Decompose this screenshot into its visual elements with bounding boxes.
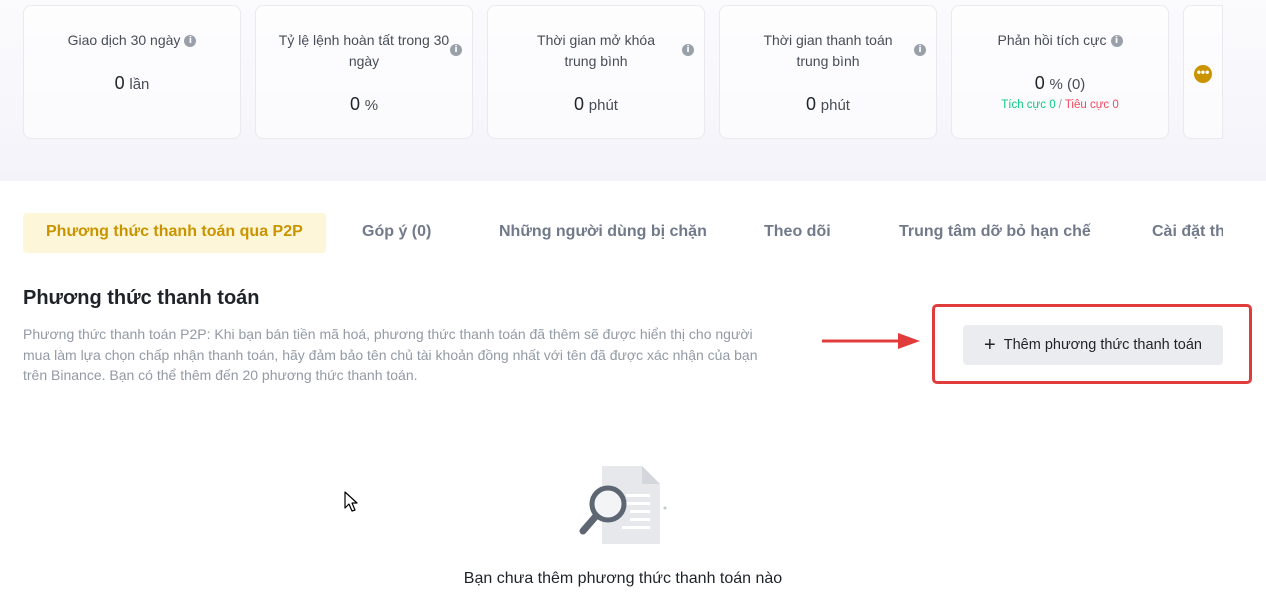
stat-title: Thời gian thanh toán trung bình i bbox=[754, 30, 926, 72]
tab-p2p-payment-methods[interactable]: Phương thức thanh toán qua P2P bbox=[23, 213, 326, 253]
stat-title: Tỷ lệ lệnh hoàn tất trong 30 ngày i bbox=[270, 30, 462, 72]
tab-blocked-users[interactable]: Những người dùng bị chặn bbox=[499, 213, 707, 253]
plus-icon: + bbox=[984, 334, 996, 356]
stat-card-avg-pay-time: Thời gian thanh toán trung bình i 0 phút bbox=[719, 5, 937, 139]
positive-count: Tích cực 0 bbox=[1001, 99, 1056, 111]
mouse-cursor-icon bbox=[344, 491, 358, 512]
stat-value: 0 % (0) bbox=[1034, 73, 1086, 93]
empty-state-text: Bạn chưa thêm phương thức thanh toán nào bbox=[463, 570, 783, 587]
tab-notification-settings[interactable]: Cài đặt thông báo bbox=[1152, 213, 1223, 253]
info-icon[interactable]: i bbox=[1110, 35, 1123, 48]
section-description: Phương thức thanh toán P2P: Khi bạn bán … bbox=[23, 326, 758, 383]
stat-value: 0 lần bbox=[114, 73, 150, 93]
stat-value: 0 phút bbox=[806, 94, 850, 114]
annotation-arrow-icon bbox=[822, 333, 920, 349]
stat-title: Thời gian mở khóa trung bình i bbox=[522, 30, 694, 72]
more-stats-card[interactable]: ••• bbox=[1183, 5, 1223, 139]
tab-restriction-removal-center[interactable]: Trung tâm dỡ bỏ hạn chế bbox=[899, 213, 1091, 253]
section-title: Phương thức thanh toán bbox=[23, 287, 260, 309]
stat-title: Phản hồi tích cực i bbox=[966, 30, 1154, 51]
info-icon[interactable]: i bbox=[682, 44, 694, 56]
feedback-breakdown: Tích cực 0/Tiêu cực 0 bbox=[1001, 99, 1119, 111]
info-icon[interactable]: i bbox=[184, 35, 197, 48]
info-icon[interactable]: i bbox=[450, 44, 462, 56]
add-payment-method-button[interactable]: + Thêm phương thức thanh toán bbox=[963, 325, 1223, 365]
stat-card-trades-30d: Giao dịch 30 ngày i 0 lần bbox=[23, 5, 241, 139]
stat-card-avg-release-time: Thời gian mở khóa trung bình i 0 phút bbox=[487, 5, 705, 139]
info-icon[interactable]: i bbox=[914, 44, 926, 56]
tab-feedback[interactable]: Góp ý (0) bbox=[362, 213, 431, 253]
stat-value: 0 phút bbox=[574, 94, 618, 114]
negative-count: Tiêu cực 0 bbox=[1064, 99, 1119, 111]
empty-search-document-icon bbox=[579, 466, 667, 544]
stat-card-completion-rate: Tỷ lệ lệnh hoàn tất trong 30 ngày i 0 % bbox=[255, 5, 473, 139]
tab-bar: Phương thức thanh toán qua P2P Góp ý (0)… bbox=[23, 213, 1223, 253]
ellipsis-icon[interactable]: ••• bbox=[1194, 65, 1212, 83]
stat-card-positive-feedback: Phản hồi tích cực i 0 % (0) Tích cực 0/Ti… bbox=[951, 5, 1169, 139]
tab-follows[interactable]: Theo dõi bbox=[764, 213, 831, 253]
stat-value: 0 % bbox=[349, 94, 379, 114]
stat-title: Giao dịch 30 ngày i bbox=[38, 30, 226, 51]
